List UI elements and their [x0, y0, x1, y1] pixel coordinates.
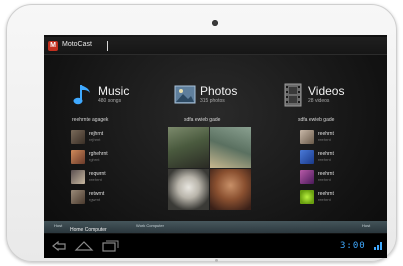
music-list-item[interactable]: rghehrnt rghrnt	[71, 150, 141, 164]
album-thumbnail	[71, 190, 85, 204]
photo-grid	[168, 127, 252, 211]
tablet-frame: M MotoCast Music 480 songs Photos 315 ph…	[6, 4, 397, 262]
category-videos-title: Videos	[308, 84, 345, 98]
video-list-item[interactable]: reehrnt reehrnt	[300, 150, 370, 164]
video-thumbnail	[300, 170, 314, 184]
music-list-item[interactable]: reqwrnt reehrnt	[71, 170, 141, 184]
music-list-header: reehrnte agagek	[72, 117, 109, 123]
front-camera	[212, 20, 218, 26]
category-photos[interactable]: Photos 315 photos	[174, 83, 254, 109]
recent-apps-icon[interactable]	[100, 239, 120, 252]
tablet-screen: M MotoCast Music 480 songs Photos 315 ph…	[44, 35, 387, 258]
app-title-bar: M MotoCast	[44, 37, 387, 55]
music-note-icon	[73, 85, 90, 105]
music-item-subtitle: reehrnt	[89, 177, 102, 182]
album-thumbnail	[71, 130, 85, 144]
selected-host-label: Home Computer	[70, 227, 107, 233]
music-item-subtitle: rejhrnt	[89, 137, 101, 142]
signal-icon	[374, 242, 382, 250]
photo-thumbnail[interactable]	[168, 127, 209, 168]
video-list-item[interactable]: reehrnt reehrnt	[300, 170, 370, 184]
host-center-label: Work Computer	[136, 223, 164, 228]
music-item-subtitle: rgwrnt	[89, 197, 101, 202]
photo-icon	[174, 85, 196, 104]
music-item-subtitle: rghrnt	[89, 157, 100, 162]
category-music-count: 480 songs	[98, 98, 122, 104]
video-item-subtitle: reehrnt	[318, 137, 331, 142]
photo-thumbnail[interactable]	[210, 127, 251, 168]
music-list-item[interactable]: retwrnt rgwrnt	[71, 190, 141, 204]
photos-list-header: sdfa ewieb gade	[184, 117, 221, 123]
photo-thumbnail[interactable]	[168, 169, 209, 210]
album-thumbnail	[71, 170, 85, 184]
video-thumbnail	[300, 150, 314, 164]
home-icon[interactable]	[74, 239, 94, 252]
category-photos-title: Photos	[200, 84, 238, 98]
video-list-item[interactable]: reehrnt reehrnt	[300, 130, 370, 144]
host-selector-bar[interactable]: Host Work Computer Host Home Computer	[44, 221, 387, 233]
category-videos[interactable]: Videos 28 videos	[282, 83, 362, 109]
film-strip-icon	[284, 83, 302, 107]
photo-thumbnail[interactable]	[210, 169, 251, 210]
music-list-item[interactable]: rejhrnt rejhrnt	[71, 130, 141, 144]
category-videos-count: 28 videos	[308, 98, 330, 104]
album-thumbnail	[71, 150, 85, 164]
video-item-subtitle: reehrnt	[318, 197, 331, 202]
back-icon[interactable]	[50, 239, 70, 252]
app-title: MotoCast	[62, 41, 92, 48]
system-nav-bar: 3:00	[44, 234, 387, 258]
device-sensor-dot	[215, 259, 218, 262]
category-photos-count: 315 photos	[200, 98, 225, 104]
motocast-app-icon[interactable]: M	[48, 41, 58, 51]
videos-list-header: sdfa ewieb gade	[298, 117, 335, 123]
search-cursor[interactable]	[107, 41, 108, 51]
video-thumbnail	[300, 130, 314, 144]
host-right-label: Host	[362, 223, 371, 228]
video-item-subtitle: reehrnt	[318, 177, 331, 182]
video-list-item[interactable]: reehrnt reehrnt	[300, 190, 370, 204]
category-music[interactable]: Music 480 songs	[72, 83, 152, 109]
category-music-title: Music	[98, 84, 130, 98]
video-thumbnail	[300, 190, 314, 204]
clock: 3:00	[340, 241, 366, 251]
video-item-subtitle: reehrnt	[318, 157, 331, 162]
host-left-label: Host	[54, 223, 63, 228]
